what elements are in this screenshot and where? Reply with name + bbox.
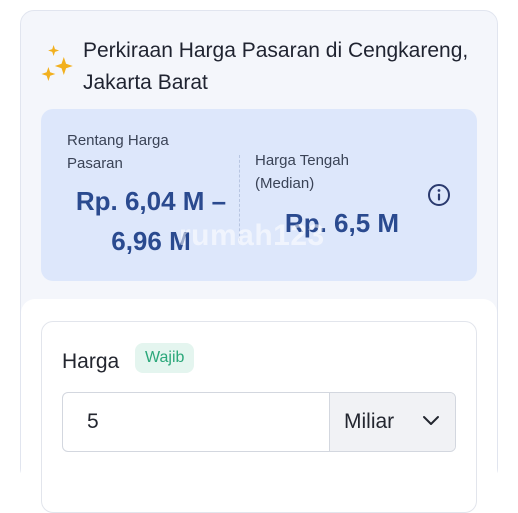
required-badge: Wajib — [135, 343, 195, 373]
range-value: Rp. 6,04 M – 6,96 M — [75, 186, 227, 256]
median-label: Harga Tengah (Median) — [255, 152, 349, 192]
median-value: Rp. 6,5 M — [284, 208, 400, 238]
price-estimate-card: Perkiraan Harga Pasaran di Cengkareng, J… — [20, 10, 498, 513]
price-form-card: Harga Wajib Miliar — [41, 321, 477, 513]
range-label: Rentang Harga Pasaran — [67, 132, 169, 172]
price-form-area: Harga Wajib Miliar — [21, 299, 497, 513]
unit-select-value: Miliar — [344, 410, 395, 433]
price-input[interactable] — [63, 393, 329, 451]
info-icon[interactable] — [427, 183, 451, 207]
price-range-box: Rentang Harga Pasaran Rp. 6,04 M – 6,96 … — [41, 109, 477, 281]
price-field-label: Harga — [62, 350, 120, 373]
card-header: Perkiraan Harga Pasaran di Cengkareng, J… — [21, 11, 497, 101]
sparkles-icon — [41, 45, 73, 81]
page-title: Perkiraan Harga Pasaran di Cengkareng, J… — [83, 39, 469, 94]
unit-select[interactable]: Miliar — [329, 393, 455, 451]
price-input-group: Miliar — [62, 392, 456, 452]
chevron-down-icon — [423, 416, 439, 425]
range-divider — [239, 155, 240, 241]
